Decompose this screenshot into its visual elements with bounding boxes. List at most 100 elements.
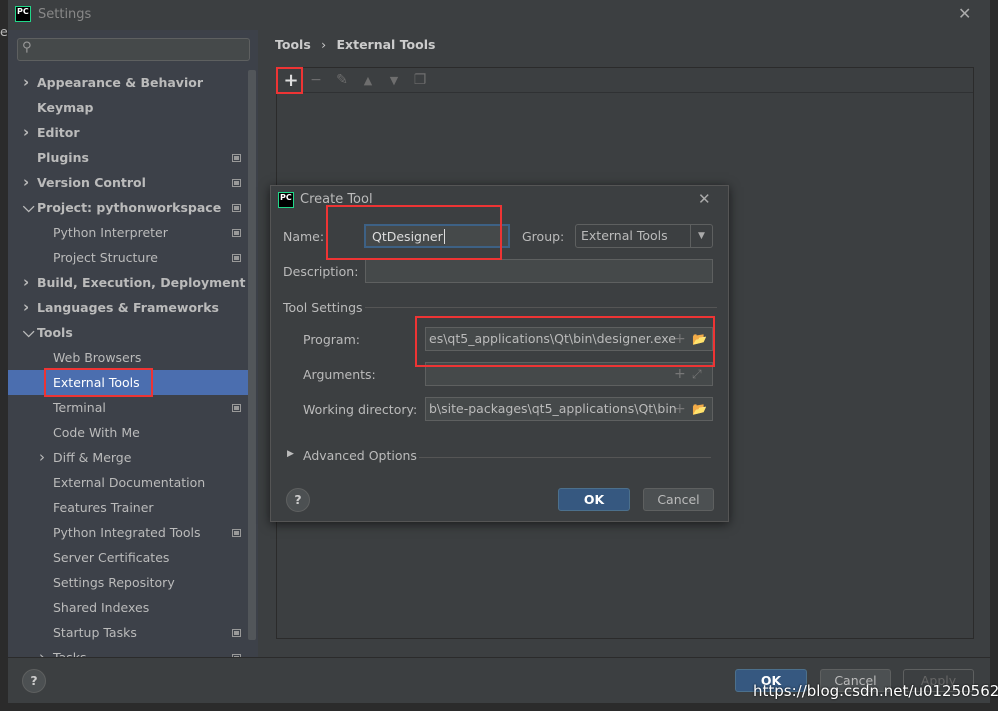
- sidebar-item-label: Plugins: [37, 150, 89, 165]
- chevron-down-icon[interactable]: ⌵: [23, 195, 34, 220]
- sidebar-item-label: Terminal: [53, 400, 106, 415]
- advanced-options-toggle[interactable]: Advanced Options: [303, 448, 417, 463]
- sidebar-item[interactable]: › Build, Execution, Deployment: [8, 270, 248, 295]
- chevron-right-icon[interactable]: ›: [23, 270, 29, 295]
- sidebar-item[interactable]: Terminal: [8, 395, 248, 420]
- working-directory-value: b\site-packages\qt5_applications\Qt\bin: [429, 401, 677, 416]
- name-label: Name:: [283, 229, 325, 244]
- search-icon: ⚲: [22, 40, 32, 55]
- sidebar-item[interactable]: Keymap: [8, 95, 248, 120]
- edit-tool-button[interactable]: ✎: [329, 68, 355, 93]
- sidebar-item-label: Appearance & Behavior: [37, 75, 203, 90]
- sidebar-item[interactable]: Features Trainer: [8, 495, 248, 520]
- chevron-right-icon[interactable]: ›: [23, 295, 29, 320]
- annotation-box: [44, 368, 153, 397]
- divider: [365, 307, 717, 308]
- pycharm-logo: PC: [278, 192, 294, 208]
- sidebar-item[interactable]: › Editor: [8, 120, 248, 145]
- description-input[interactable]: [365, 259, 713, 283]
- footer-divider: [8, 657, 990, 658]
- sidebar-item[interactable]: Code With Me: [8, 420, 248, 445]
- sidebar-item-label: Settings Repository: [53, 575, 175, 590]
- sidebar-item[interactable]: ⌵ Tools: [8, 320, 248, 345]
- sidebar-item-label: Python Interpreter: [53, 225, 168, 240]
- sidebar-item-label: Python Integrated Tools: [53, 525, 201, 540]
- project-settings-icon: [232, 404, 241, 412]
- chevron-right-icon[interactable]: ›: [39, 445, 45, 470]
- chevron-right-icon[interactable]: ›: [23, 170, 29, 195]
- tools-toolbar: + − ✎ ▲ ▼ ❐: [277, 68, 973, 93]
- sidebar-item[interactable]: Python Integrated Tools: [8, 520, 248, 545]
- help-button[interactable]: ?: [22, 669, 46, 693]
- settings-sidebar: ⚲ › Appearance & Behavior Keymap › Editor Plu…: [8, 30, 258, 657]
- sidebar-scrollbar[interactable]: [248, 70, 256, 640]
- insert-macro-icon[interactable]: +: [674, 398, 686, 420]
- copy-tool-button[interactable]: ❐: [407, 68, 433, 93]
- title-bar: PC Settings ✕: [8, 0, 990, 30]
- breadcrumb-parent[interactable]: Tools: [275, 37, 311, 52]
- sidebar-item[interactable]: ⌵ Project: pythonworkspace: [8, 195, 248, 220]
- chevron-right-icon[interactable]: ›: [23, 120, 29, 145]
- sidebar-item-label: Startup Tasks: [53, 625, 137, 640]
- sidebar-item[interactable]: Server Certificates: [8, 545, 248, 570]
- sidebar-item[interactable]: › Languages & Frameworks: [8, 295, 248, 320]
- divider: [419, 457, 711, 458]
- sidebar-item[interactable]: Shared Indexes: [8, 595, 248, 620]
- working-directory-label: Working directory:: [303, 402, 418, 417]
- close-icon[interactable]: ✕: [698, 190, 711, 208]
- sidebar-item[interactable]: External Documentation: [8, 470, 248, 495]
- project-settings-icon: [232, 179, 241, 187]
- breadcrumb-separator: ›: [321, 37, 327, 52]
- project-settings-icon: [232, 629, 241, 637]
- sidebar-item[interactable]: Project Structure: [8, 245, 248, 270]
- sidebar-item-label: Diff & Merge: [53, 450, 132, 465]
- working-directory-input[interactable]: b\site-packages\qt5_applications\Qt\bin …: [425, 397, 713, 421]
- arguments-label: Arguments:: [303, 367, 376, 382]
- chevron-down-icon[interactable]: ⌵: [23, 320, 34, 345]
- chevron-right-icon[interactable]: ›: [23, 70, 29, 95]
- sidebar-item-label: Editor: [37, 125, 80, 140]
- sidebar-item[interactable]: Startup Tasks: [8, 620, 248, 645]
- sidebar-item-label: Keymap: [37, 100, 94, 115]
- search-input[interactable]: ⚲: [17, 38, 250, 61]
- breadcrumb: Tools › External Tools: [275, 37, 435, 52]
- move-up-button[interactable]: ▲: [355, 68, 381, 93]
- help-button[interactable]: ?: [286, 488, 310, 512]
- project-settings-icon: [232, 254, 241, 262]
- group-value: External Tools: [581, 228, 668, 243]
- sidebar-item[interactable]: Plugins: [8, 145, 248, 170]
- dialog-cancel-button[interactable]: Cancel: [643, 488, 714, 511]
- sidebar-item[interactable]: › Version Control: [8, 170, 248, 195]
- sidebar-item[interactable]: Web Browsers: [8, 345, 248, 370]
- project-settings-icon: [232, 229, 241, 237]
- move-down-button[interactable]: ▼: [381, 68, 407, 93]
- sidebar-item-label: Tools: [37, 325, 73, 340]
- sidebar-item[interactable]: › Diff & Merge: [8, 445, 248, 470]
- chevron-right-icon[interactable]: ›: [39, 645, 45, 657]
- chevron-right-icon[interactable]: ▶: [287, 449, 294, 459]
- sidebar-item-label: Code With Me: [53, 425, 140, 440]
- sidebar-item-label: Project: pythonworkspace: [37, 200, 222, 215]
- sidebar-item-label: Features Trainer: [53, 500, 154, 515]
- sidebar-item[interactable]: Python Interpreter: [8, 220, 248, 245]
- sidebar-item[interactable]: › Appearance & Behavior: [8, 70, 248, 95]
- remove-tool-button[interactable]: −: [303, 68, 329, 93]
- group-select[interactable]: External Tools ▼: [575, 224, 713, 248]
- program-label: Program:: [303, 332, 360, 347]
- folder-icon[interactable]: 📂: [692, 398, 707, 420]
- annotation-box: [326, 205, 502, 260]
- sidebar-item[interactable]: Settings Repository: [8, 570, 248, 595]
- description-label: Description:: [283, 264, 359, 279]
- project-settings-icon: [232, 204, 241, 212]
- sidebar-item[interactable]: › Tasks: [8, 645, 248, 657]
- annotation-box: [415, 316, 715, 367]
- close-icon[interactable]: ✕: [958, 4, 971, 23]
- sidebar-item-label: Web Browsers: [53, 350, 142, 365]
- annotation-box: [276, 67, 303, 94]
- sidebar-item-label: External Documentation: [53, 475, 206, 490]
- sidebar-item-label: Shared Indexes: [53, 600, 150, 615]
- dialog-ok-button[interactable]: OK: [558, 488, 630, 511]
- sidebar-item-label: Project Structure: [53, 250, 158, 265]
- project-settings-icon: [232, 529, 241, 537]
- chevron-down-icon[interactable]: ▼: [690, 225, 712, 247]
